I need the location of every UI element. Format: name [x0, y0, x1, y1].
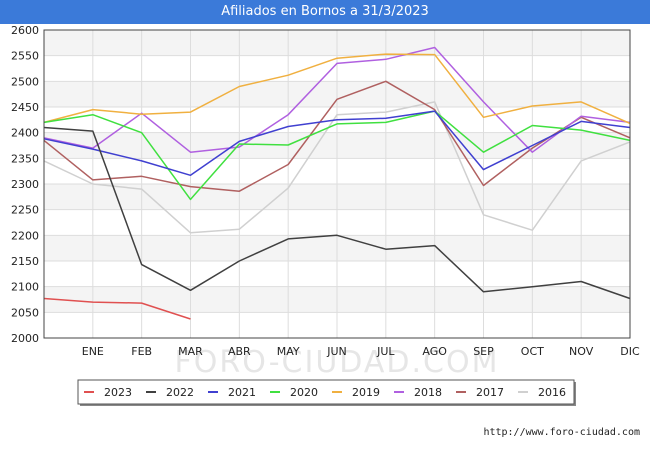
- x-tick-label: ENE: [82, 345, 104, 358]
- y-tick-label: 2500: [11, 75, 39, 88]
- y-tick-label: 2150: [11, 255, 39, 268]
- line-chart: FORO-CIUDAD.COM 200020502100215022002250…: [11, 24, 640, 406]
- x-tick-label: ABR: [228, 345, 251, 358]
- x-tick-label: NOV: [569, 345, 594, 358]
- x-tick-label: MAY: [277, 345, 300, 358]
- legend-label-2020: 2020: [290, 386, 318, 399]
- y-axis: 2000 2050 2100 2150 2200 2250 2300 2350 2400 2450…: [11, 24, 39, 345]
- legend-label-2018: 2018: [414, 386, 442, 399]
- legend-label-2017: 2017: [476, 386, 504, 399]
- y-tick-label: 2000: [11, 332, 39, 345]
- legend-label-2023: 2023: [104, 386, 132, 399]
- y-tick-label: 2550: [11, 50, 39, 63]
- y-tick-label: 2100: [11, 281, 39, 294]
- y-tick-label: 2350: [11, 152, 39, 165]
- source-url: http://www.foro-ciudad.com: [483, 427, 640, 438]
- y-tick-label: 2600: [11, 24, 39, 37]
- x-tick-label: JUN: [326, 345, 347, 358]
- x-tick-label: DIC: [620, 345, 640, 358]
- x-tick-label: FEB: [131, 345, 152, 358]
- legend-label-2022: 2022: [166, 386, 194, 399]
- y-tick-label: 2200: [11, 229, 39, 242]
- legend-label-2021: 2021: [228, 386, 256, 399]
- y-tick-label: 2250: [11, 204, 39, 217]
- x-tick-label: SEP: [473, 345, 494, 358]
- y-tick-label: 2400: [11, 127, 39, 140]
- legend: 2023 2022 2021 2020 2019 2018 2017 2016: [77, 379, 576, 406]
- legend-label-2016: 2016: [538, 386, 566, 399]
- y-tick-label: 2450: [11, 101, 39, 114]
- x-tick-label: OCT: [521, 345, 544, 358]
- y-tick-label: 2300: [11, 178, 39, 191]
- x-tick-label: JUL: [376, 345, 395, 358]
- x-tick-label: AGO: [422, 345, 447, 358]
- x-tick-label: MAR: [178, 345, 203, 358]
- legend-label-2019: 2019: [352, 386, 380, 399]
- y-tick-label: 2050: [11, 306, 39, 319]
